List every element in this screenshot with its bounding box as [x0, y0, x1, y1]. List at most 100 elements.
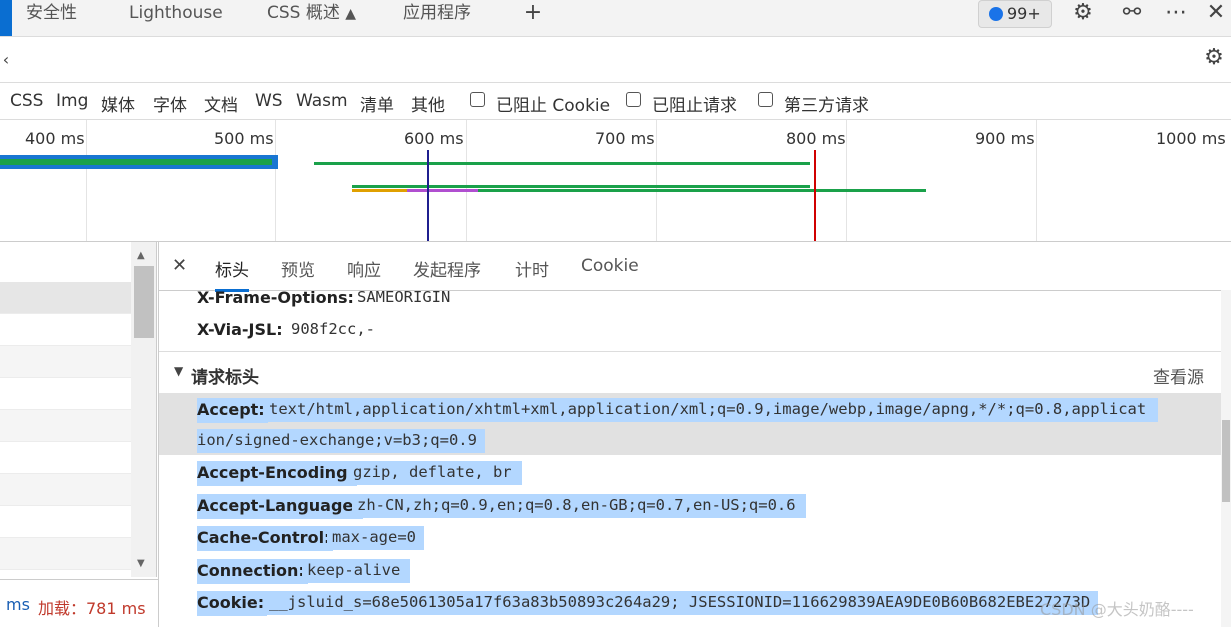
tab-headers[interactable]: 标头: [215, 256, 249, 292]
header-value: SAMEORIGIN: [357, 288, 451, 306]
header-value: zh-CN,zh;q=0.9,en;q=0.8,en-GB;q=0.7,en-U…: [352, 494, 806, 518]
close-icon[interactable]: ✕: [1201, 0, 1231, 26]
message-icon: [989, 7, 1003, 21]
header-value: 908f2cc,-: [291, 320, 375, 338]
waterfall-bar: [352, 185, 810, 188]
list-item[interactable]: [0, 346, 131, 378]
collapse-triangle-icon[interactable]: ▼: [174, 364, 183, 378]
tab-timing[interactable]: 计时: [515, 256, 549, 281]
active-tab-indicator: [0, 0, 12, 36]
grid-line: [86, 120, 87, 241]
filter-media[interactable]: 媒体: [101, 91, 135, 116]
tab-lighthouse[interactable]: Lighthouse: [129, 0, 223, 36]
status-prefix: ms: [6, 595, 30, 614]
list-item[interactable]: [0, 378, 131, 410]
filter-bar: CSS Img 媒体 字体 文档 WS Wasm 清单 其他 已阻止 Cooki…: [0, 83, 1231, 120]
load-line: [814, 150, 816, 241]
header-name: Accept:: [197, 398, 268, 423]
header-name: Accept-Language:: [197, 494, 363, 519]
list-item[interactable]: [0, 410, 131, 442]
dom-content-loaded-line: [427, 150, 429, 241]
tab-cookies[interactable]: Cookie: [581, 256, 639, 276]
header-name: Accept-Encoding:: [197, 461, 357, 486]
list-item[interactable]: [0, 506, 131, 538]
customize-icon[interactable]: ⚯: [1117, 0, 1147, 26]
list-scrollbar-thumb[interactable]: [134, 266, 154, 338]
waterfall-bar: [0, 159, 272, 165]
list-item[interactable]: [0, 538, 131, 570]
issues-count: 99+: [1007, 4, 1041, 23]
list-item[interactable]: [0, 282, 131, 314]
grid-line: [846, 120, 847, 241]
flask-icon: ▲: [345, 6, 357, 22]
filter-ws[interactable]: WS: [255, 91, 283, 111]
time-tick: 800 ms: [786, 129, 846, 148]
filter-other[interactable]: 其他: [411, 91, 445, 116]
header-value: gzip, deflate, br: [348, 461, 522, 485]
filter-manifest[interactable]: 清单: [360, 91, 394, 116]
third-party-checkbox[interactable]: [758, 92, 773, 107]
header-name: X-Via-JSL:: [197, 320, 283, 339]
tab-security[interactable]: 安全性: [26, 0, 77, 36]
filter-doc[interactable]: 文档: [204, 91, 238, 116]
details-scrollbar-thumb[interactable]: [1222, 420, 1230, 502]
blocked-requests-checkbox[interactable]: [626, 92, 641, 107]
tab-css-overview[interactable]: CSS 概述 ▲: [267, 0, 356, 36]
filter-wasm[interactable]: Wasm: [296, 91, 348, 111]
time-tick: 1000 ms: [1156, 129, 1226, 148]
filter-css[interactable]: CSS: [10, 91, 43, 111]
header-name: Cookie:: [197, 591, 268, 616]
view-source-link[interactable]: 查看源: [1153, 363, 1204, 388]
blocked-cookies-label: 已阻止 Cookie: [496, 96, 611, 116]
tab-initiator[interactable]: 发起程序: [413, 256, 481, 281]
request-headers-title[interactable]: 请求标头: [191, 363, 259, 388]
load-time: 加载：781 ms: [38, 599, 146, 618]
close-details-icon[interactable]: ✕: [172, 255, 187, 276]
tab-css-overview-label: CSS 概述: [267, 3, 340, 23]
add-tab-icon[interactable]: +: [520, 0, 546, 26]
grid-line: [466, 120, 467, 241]
divider: [159, 351, 1221, 352]
header-name: Connection:: [197, 559, 308, 584]
issues-badge[interactable]: 99+: [978, 0, 1052, 28]
network-settings-gear-icon[interactable]: ⚙: [1199, 45, 1229, 71]
network-toolbar: ‹ ⚙: [0, 37, 1231, 83]
blocked-cookies-checkbox[interactable]: [470, 92, 485, 107]
list-item[interactable]: [0, 442, 131, 474]
details-tabs: ✕ 标头 预览 响应 发起程序 计时 Cookie: [159, 242, 1231, 292]
time-tick: 900 ms: [975, 129, 1035, 148]
chevron-left-icon[interactable]: ‹: [0, 47, 12, 73]
header-name: X-Frame-Options:: [197, 288, 354, 307]
header-value: __jsluid_s=68e5061305a17f63a83b50893c264…: [264, 591, 1099, 615]
waterfall-bar: [314, 162, 810, 165]
scroll-up-icon[interactable]: ▲: [137, 250, 145, 261]
header-name: Cache-Control:: [197, 526, 334, 551]
header-value: max-age=0: [327, 526, 424, 550]
list-item[interactable]: [0, 474, 131, 506]
filter-font[interactable]: 字体: [153, 91, 187, 116]
header-value: keep-alive: [302, 559, 411, 583]
gear-icon[interactable]: ⚙: [1068, 0, 1098, 26]
blocked-requests-label: 已阻止请求: [652, 96, 737, 116]
grid-line: [1036, 120, 1037, 241]
more-icon[interactable]: ⋯: [1161, 0, 1191, 26]
tab-application[interactable]: 应用程序: [403, 0, 471, 36]
time-tick: 600 ms: [404, 129, 464, 148]
time-tick: 400 ms: [25, 129, 85, 148]
waterfall-bar: [407, 189, 478, 192]
tab-preview[interactable]: 预览: [281, 256, 315, 281]
tab-response[interactable]: 响应: [347, 256, 381, 281]
scroll-down-icon[interactable]: ▼: [137, 558, 145, 569]
grid-line: [656, 120, 657, 241]
watermark: CSDN @大头奶酪----: [1040, 600, 1194, 619]
header-value: text/html,application/xhtml+xml,applicat…: [264, 398, 1159, 422]
filter-img[interactable]: Img: [56, 91, 88, 111]
devtools-tab-bar: 安全性 Lighthouse CSS 概述 ▲ 应用程序 + 99+ ⚙ ⚯ ⋯…: [0, 0, 1231, 37]
list-item[interactable]: [0, 314, 131, 346]
waterfall-bar: [352, 189, 407, 192]
header-value-continued: ion/signed-exchange;v=b3;q=0.9: [197, 429, 485, 453]
timeline-overview[interactable]: 400 ms 500 ms 600 ms 700 ms 800 ms 900 m…: [0, 120, 1231, 242]
third-party-label: 第三方请求: [784, 96, 869, 116]
time-tick: 500 ms: [214, 129, 274, 148]
status-bar: ms 加载：781 ms: [0, 579, 158, 628]
